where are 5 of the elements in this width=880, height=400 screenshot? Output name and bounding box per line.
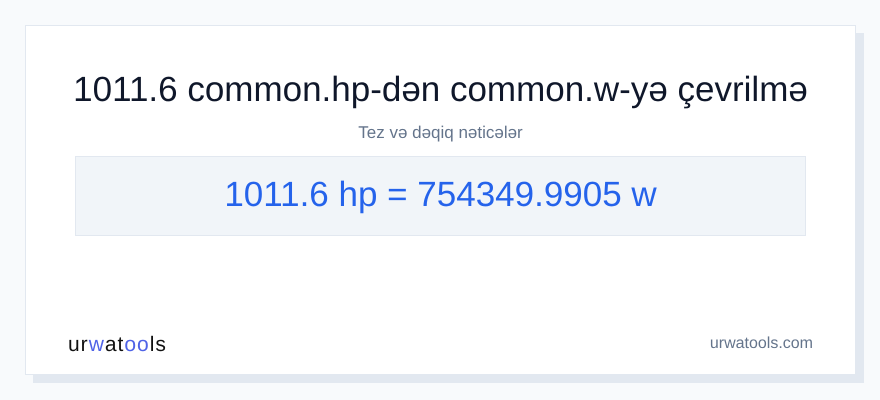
site-url: urwatools.com <box>710 334 813 354</box>
result-text: 1011.6 hp = 754349.9905 w <box>224 174 657 216</box>
subtitle: Tez və dəqiq nəticələr <box>358 122 523 144</box>
title: 1011.6 common.hp-dən common.w-yə çevrilmə <box>73 69 808 111</box>
logo: urwatools <box>68 332 167 358</box>
